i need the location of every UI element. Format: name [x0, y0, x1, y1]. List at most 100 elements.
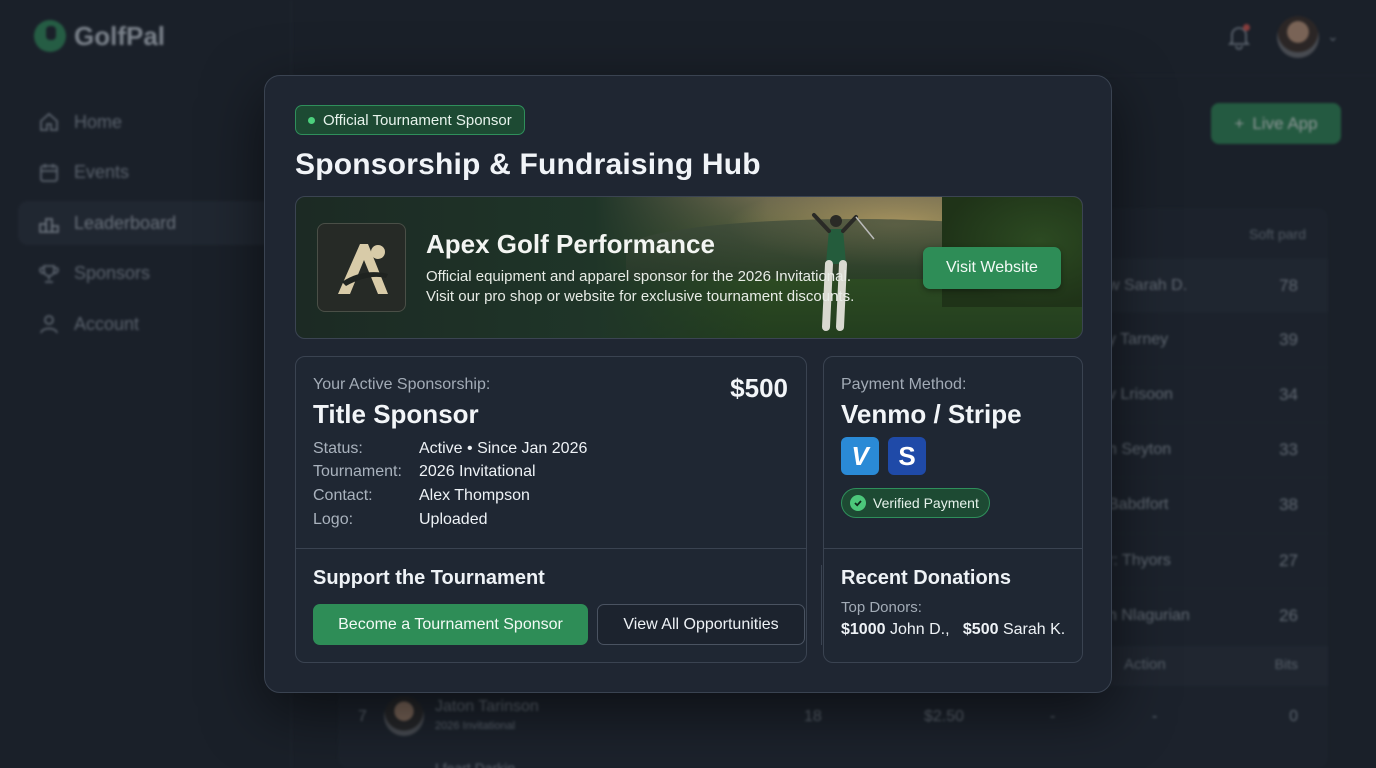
detail-key: Tournament: — [313, 463, 402, 481]
description-line: Visit our pro shop or website for exclus… — [426, 288, 855, 305]
row-name: Jaton Tarinson — [435, 698, 539, 715]
row-rank: 7 — [358, 708, 367, 725]
row-value: 0 — [1289, 708, 1298, 725]
table-row[interactable]: 7 Jaton Tarinson 2026 Invitational 18 $2… — [338, 688, 1328, 748]
active-sponsorship-label: Your Active Sponsorship: — [313, 376, 491, 393]
column-header: Bits — [1274, 656, 1298, 672]
detail-row: Contact: Alex Thompson — [313, 484, 587, 508]
active-sponsorship-card: Your Active Sponsorship: Title Sponsor $… — [295, 356, 807, 663]
row-value: 78 — [1279, 276, 1298, 295]
brand: GolfPal — [34, 20, 165, 52]
verified-payment-badge: Verified Payment — [841, 488, 990, 518]
official-sponsor-badge: Official Tournament Sponsor — [295, 105, 525, 135]
app-name: GolfPal — [74, 20, 166, 51]
detail-row: Status: Active • Since Jan 2026 — [313, 437, 587, 461]
row-value: 34 — [1279, 385, 1298, 404]
sponsor-tier: Title Sponsor — [313, 399, 479, 429]
description-line: Official equipment and apparel sponsor f… — [426, 268, 851, 285]
trophy-icon — [38, 263, 60, 285]
venmo-icon: V — [841, 437, 879, 475]
sidebar-item-label: Home — [74, 111, 123, 132]
row-dash: - — [1152, 708, 1158, 725]
sidebar-item-account[interactable]: Account — [18, 302, 280, 346]
avatar[interactable] — [1277, 16, 1319, 58]
chevron-down-icon[interactable]: ⌄ — [1327, 28, 1339, 45]
sidebar-nav: Home Events Leaderboard Sponsors Account — [18, 100, 280, 353]
row-name: w Sarah D. — [1108, 277, 1188, 294]
sponsor-name: Apex Golf Performance — [426, 229, 715, 259]
row-value: 38 — [1279, 495, 1298, 514]
divider — [296, 548, 806, 549]
detail-row: Logo: Uploaded — [313, 508, 587, 532]
leaderboard-icon — [38, 212, 60, 234]
top-donors-label: Top Donors: — [841, 599, 922, 616]
detail-value: Active • Since Jan 2026 — [419, 439, 588, 457]
payment-method: Venmo / Stripe — [841, 399, 1022, 429]
recent-donations-title: Recent Donations — [841, 567, 1012, 589]
detail-value: Uploaded — [419, 510, 488, 528]
badge-label: Official Tournament Sponsor — [323, 111, 512, 129]
support-title: Support the Tournament — [313, 567, 545, 589]
status-dot-icon — [308, 116, 315, 124]
row-name: y Tarney — [1108, 331, 1169, 348]
plus-icon: + — [1234, 113, 1245, 133]
golfpal-logo-icon — [34, 20, 66, 52]
sidebar-item-events[interactable]: Events — [18, 151, 280, 195]
donor-name: Sarah K. — [1002, 621, 1066, 638]
row-name: Babdfort — [1108, 496, 1169, 513]
apex-logo-icon — [317, 223, 406, 312]
sponsorship-details: Status: Active • Since Jan 2026 Tournamen… — [313, 437, 587, 531]
sponsorship-amount: $500 — [730, 373, 788, 403]
row-dash: - — [1050, 708, 1056, 725]
sponsor-description: Official equipment and apparel sponsor f… — [426, 267, 906, 307]
row-holes: 18 — [804, 708, 822, 725]
sidebar-item-sponsors[interactable]: Sponsors — [18, 252, 280, 296]
detail-key: Status: — [313, 439, 363, 457]
sponsorship-modal: Official Tournament Sponsor Sponsorship … — [264, 75, 1112, 693]
payment-icons: V S — [841, 437, 926, 475]
payment-card: Payment Method: Venmo / Stripe V S Verif… — [823, 356, 1083, 663]
home-icon — [38, 111, 60, 133]
top-bar — [292, 0, 1376, 76]
detail-value: Alex Thompson — [419, 486, 530, 504]
row-value: 26 — [1279, 606, 1298, 625]
row-name: v Lrisoon — [1108, 386, 1173, 403]
avatar — [384, 696, 424, 736]
column-header: Action — [1124, 656, 1166, 673]
verified-label: Verified Payment — [873, 495, 979, 511]
detail-value: 2026 Invitational — [419, 463, 536, 481]
detail-key: Logo: — [313, 510, 354, 528]
detail-row: Tournament: 2026 Invitational — [313, 461, 587, 485]
row-name: r: Thyors — [1108, 552, 1171, 569]
become-sponsor-button[interactable]: Become a Tournament Sponsor — [313, 604, 588, 645]
sidebar-item-label: Sponsors — [74, 263, 151, 284]
view-opportunities-button[interactable]: View All Opportunities — [597, 604, 805, 645]
payment-method-label: Payment Method: — [841, 376, 967, 393]
sidebar-item-label: Events — [74, 162, 130, 183]
column-header: Soft pard — [1249, 226, 1306, 242]
sidebar-item-home[interactable]: Home — [18, 100, 280, 144]
section-divider — [821, 565, 822, 645]
row-name: Lfeart Darkin — [435, 760, 516, 768]
sponsor-banner: Apex Golf Performance Official equipment… — [295, 196, 1083, 339]
modal-title: Sponsorship & Fundraising Hub — [295, 148, 761, 181]
live-app-button[interactable]: + Live App — [1211, 103, 1341, 144]
row-event: 2026 Invitational — [435, 720, 516, 732]
visit-website-button[interactable]: Visit Website — [923, 247, 1061, 289]
row-value: 33 — [1279, 440, 1298, 459]
row-amount: $2.50 — [924, 708, 965, 725]
check-icon — [850, 495, 866, 511]
row-value: 27 — [1279, 551, 1298, 570]
donor-name: John D., — [889, 621, 950, 638]
row-value: 39 — [1279, 330, 1298, 349]
sidebar-item-label: Leaderboard — [74, 212, 177, 233]
sidebar-item-leaderboard[interactable]: Leaderboard — [18, 201, 280, 246]
live-app-label: Live App — [1252, 113, 1318, 133]
row-name: n Nlagurian — [1108, 607, 1190, 624]
row-name: n Seyton — [1108, 441, 1172, 458]
stripe-icon: S — [888, 437, 926, 475]
user-icon — [38, 313, 60, 335]
notification-bell-icon[interactable] — [1226, 24, 1252, 50]
sidebar: GolfPal Home Events Leaderboard Sponsors… — [0, 0, 292, 768]
divider — [824, 548, 1082, 549]
